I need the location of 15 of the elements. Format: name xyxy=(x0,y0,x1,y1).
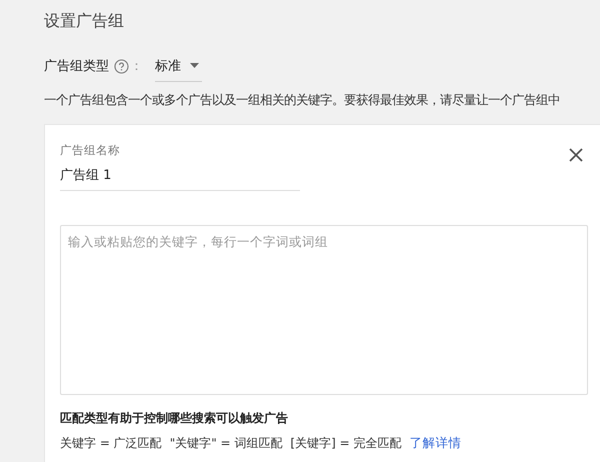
keywords-field[interactable]: 输入或粘贴您的关键字，每行一个字词或词组 xyxy=(60,225,588,395)
section-title: 设置广告组 xyxy=(44,10,125,32)
name-field[interactable]: 广告组名称 广告组 1 xyxy=(60,143,300,191)
match-type-text: 关键字 = 广泛匹配 xyxy=(60,435,162,452)
close-icon[interactable] xyxy=(569,148,583,162)
match-type-heading: 匹配类型有助于控制哪些搜索可以触发广告 xyxy=(60,410,289,427)
help-icon[interactable] xyxy=(114,58,129,74)
type-dropdown[interactable]: 标准 xyxy=(155,56,202,82)
learn-more-link[interactable]: 了解详情 xyxy=(409,435,462,452)
match-type-text: [关键字] = 完全匹配 xyxy=(290,435,402,452)
caret-icon xyxy=(190,63,199,68)
field-label: 广告组类型 xyxy=(44,58,109,75)
match-type-text: "关键字" = 词组匹配 xyxy=(170,435,282,452)
description-text: 一个广告组包含一个或多个广告以及一组相关的关键字。要获得最佳效果，请尽量让一个广告组中 xyxy=(44,92,561,109)
colon: ： xyxy=(130,58,143,75)
